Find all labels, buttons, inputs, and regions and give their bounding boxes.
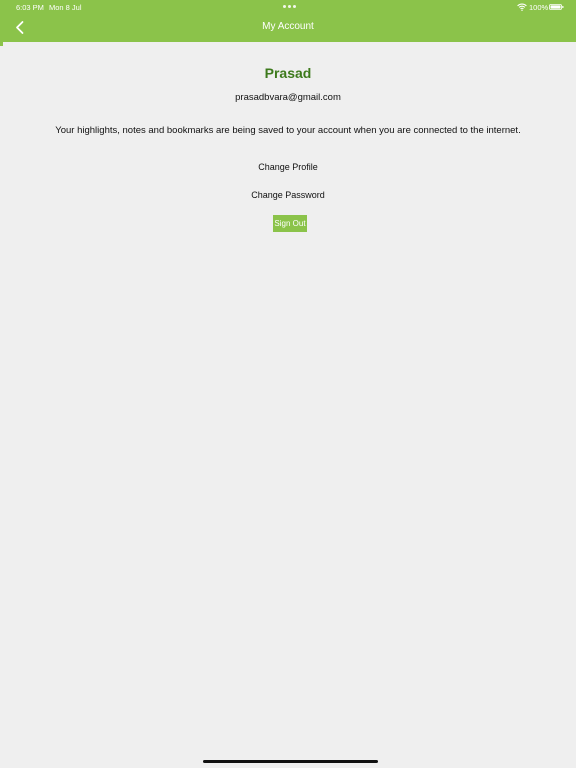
user-name: Prasad [264, 65, 312, 81]
sync-message: Your highlights, notes and bookmarks are… [55, 125, 521, 136]
sign-out-button[interactable]: Sign Out [273, 215, 307, 232]
status-date: Mon 8 Jul [49, 3, 82, 12]
navigation-bar: 6:03 PM Mon 8 Jul 100% My Account [0, 0, 576, 42]
edge-accent [0, 42, 3, 46]
wifi-icon [517, 3, 527, 11]
home-indicator[interactable] [203, 760, 378, 763]
multitask-ellipsis-icon[interactable] [283, 5, 299, 9]
battery-icon [549, 4, 564, 10]
battery-percentage: 100% [529, 3, 549, 12]
page-title: My Account [262, 21, 314, 32]
user-email: prasadbvara@gmail.com [235, 92, 341, 103]
status-time: 6:03 PM [16, 3, 44, 12]
change-password-button[interactable]: Change Password [0, 190, 576, 200]
change-profile-button[interactable]: Change Profile [0, 162, 576, 172]
